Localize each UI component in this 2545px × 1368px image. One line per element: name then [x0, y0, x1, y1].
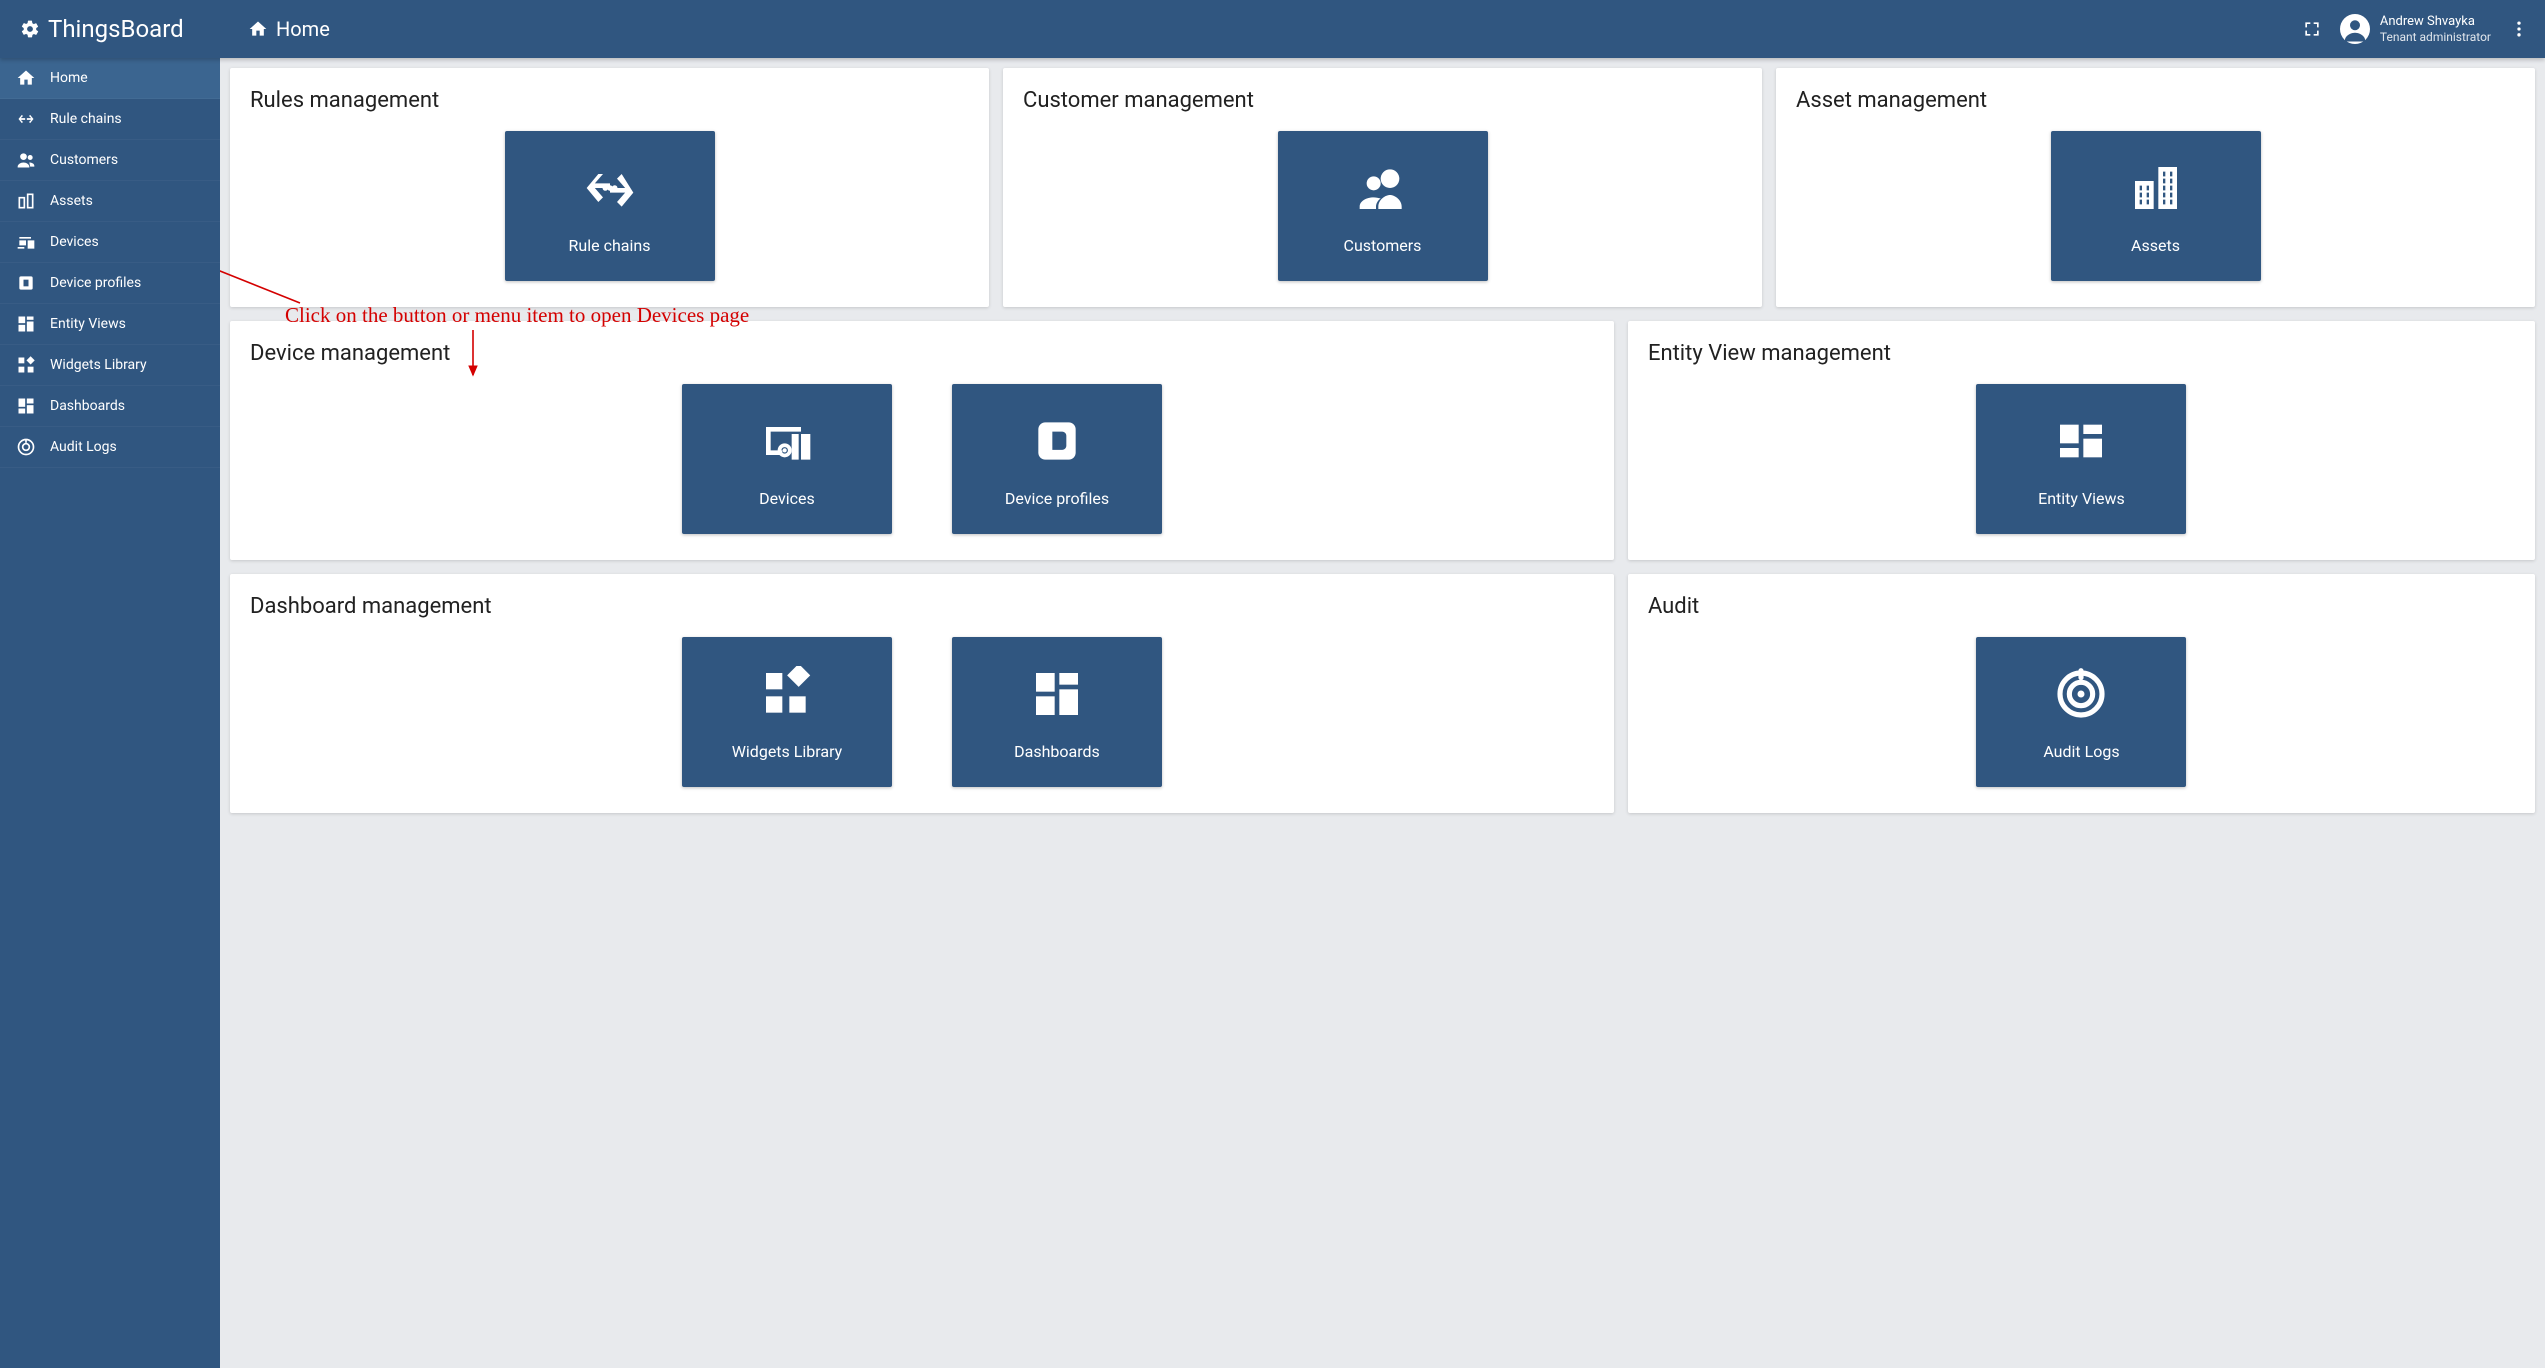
user-menu[interactable]: Andrew Shvayka Tenant administrator — [2340, 14, 2491, 44]
sidebar-item-label: Widgets Library — [50, 357, 147, 373]
devices-icon — [751, 411, 823, 471]
widgets-icon — [751, 664, 823, 724]
sidebar-item-assets[interactable]: Assets — [0, 181, 220, 222]
sidebar-item-label: Device profiles — [50, 275, 141, 291]
devices-icon — [16, 232, 36, 252]
sidebar-item-label: Assets — [50, 193, 93, 209]
sidebar-item-device-profiles[interactable]: Device profiles — [0, 263, 220, 304]
audit-logs-icon — [2045, 664, 2117, 724]
device-profiles-icon — [1021, 411, 1093, 471]
tile-label: Devices — [759, 489, 815, 508]
tile-devices[interactable]: Devices — [682, 384, 892, 534]
fullscreen-icon[interactable] — [2302, 19, 2322, 39]
user-name: Andrew Shvayka — [2380, 14, 2491, 30]
sidebar-item-widgets-library[interactable]: Widgets Library — [0, 345, 220, 386]
sidebar-item-rule-chains[interactable]: Rule chains — [0, 99, 220, 140]
breadcrumb-label: Home — [276, 17, 330, 41]
sidebar-item-label: Customers — [50, 152, 118, 168]
sidebar-item-label: Audit Logs — [50, 439, 117, 455]
sidebar-item-entity-views[interactable]: Entity Views — [0, 304, 220, 345]
card-audit: Audit Audit Logs — [1628, 574, 2535, 813]
assets-icon — [2120, 158, 2192, 218]
sidebar-item-audit-logs[interactable]: Audit Logs — [0, 427, 220, 468]
card-device-management: Device management Devices Device profile… — [230, 321, 1614, 560]
tile-label: Device profiles — [1005, 489, 1109, 508]
audit-logs-icon — [16, 437, 36, 457]
brand[interactable]: ThingsBoard — [0, 15, 220, 43]
card-title: Dashboard management — [250, 594, 1594, 619]
card-title: Customer management — [1023, 88, 1742, 113]
avatar-icon — [2340, 14, 2370, 44]
topbar: ThingsBoard Home Andrew Shvayka Tenant a… — [0, 0, 2545, 58]
brand-gear-icon — [20, 19, 40, 39]
entity-views-icon — [2045, 411, 2117, 471]
tile-entity-views[interactable]: Entity Views — [1976, 384, 2186, 534]
tile-label: Entity Views — [2038, 489, 2125, 508]
entity-views-icon — [16, 314, 36, 334]
home-icon — [16, 68, 36, 88]
assets-icon — [16, 191, 36, 211]
card-customer-management: Customer management Customers — [1003, 68, 1762, 307]
tile-customers[interactable]: Customers — [1278, 131, 1488, 281]
card-title: Asset management — [1796, 88, 2515, 113]
widgets-icon — [16, 355, 36, 375]
sidebar-item-label: Dashboards — [50, 398, 125, 414]
sidebar-item-label: Devices — [50, 234, 99, 250]
sidebar-item-devices[interactable]: Devices — [0, 222, 220, 263]
tile-widgets-library[interactable]: Widgets Library — [682, 637, 892, 787]
dashboards-icon — [16, 396, 36, 416]
sidebar: Home Rule chains Customers Assets Device… — [0, 58, 220, 1368]
breadcrumb: Home — [220, 17, 330, 41]
card-dashboard-management: Dashboard management Widgets Library Das… — [230, 574, 1614, 813]
sidebar-item-label: Entity Views — [50, 316, 126, 332]
tile-label: Audit Logs — [2043, 742, 2119, 761]
customers-icon — [16, 150, 36, 170]
rule-chains-icon — [16, 109, 36, 129]
card-title: Rules management — [250, 88, 969, 113]
card-title: Device management — [250, 341, 1594, 366]
sidebar-item-home[interactable]: Home — [0, 58, 220, 99]
tile-label: Rule chains — [569, 236, 651, 255]
tile-label: Widgets Library — [732, 742, 842, 761]
more-vert-icon[interactable] — [2509, 19, 2529, 39]
tile-device-profiles[interactable]: Device profiles — [952, 384, 1162, 534]
dashboards-icon — [1021, 664, 1093, 724]
rule-chains-icon — [574, 158, 646, 218]
topbar-actions: Andrew Shvayka Tenant administrator — [2302, 14, 2545, 44]
home-icon — [248, 19, 268, 39]
device-profiles-icon — [16, 273, 36, 293]
tile-audit-logs[interactable]: Audit Logs — [1976, 637, 2186, 787]
sidebar-item-label: Rule chains — [50, 111, 122, 127]
tile-dashboards[interactable]: Dashboards — [952, 637, 1162, 787]
card-entity-view-management: Entity View management Entity Views — [1628, 321, 2535, 560]
main-content: Rules management Rule chains Customer ma… — [220, 58, 2545, 1368]
sidebar-item-dashboards[interactable]: Dashboards — [0, 386, 220, 427]
tile-label: Assets — [2131, 236, 2180, 255]
sidebar-item-label: Home — [50, 70, 88, 86]
tile-assets[interactable]: Assets — [2051, 131, 2261, 281]
user-role: Tenant administrator — [2380, 30, 2491, 44]
brand-label: ThingsBoard — [48, 15, 184, 43]
customers-icon — [1347, 158, 1419, 218]
card-rules-management: Rules management Rule chains — [230, 68, 989, 307]
card-title: Audit — [1648, 594, 2515, 619]
tile-label: Dashboards — [1014, 742, 1100, 761]
card-title: Entity View management — [1648, 341, 2515, 366]
card-asset-management: Asset management Assets — [1776, 68, 2535, 307]
tile-rule-chains[interactable]: Rule chains — [505, 131, 715, 281]
tile-label: Customers — [1344, 236, 1422, 255]
sidebar-item-customers[interactable]: Customers — [0, 140, 220, 181]
